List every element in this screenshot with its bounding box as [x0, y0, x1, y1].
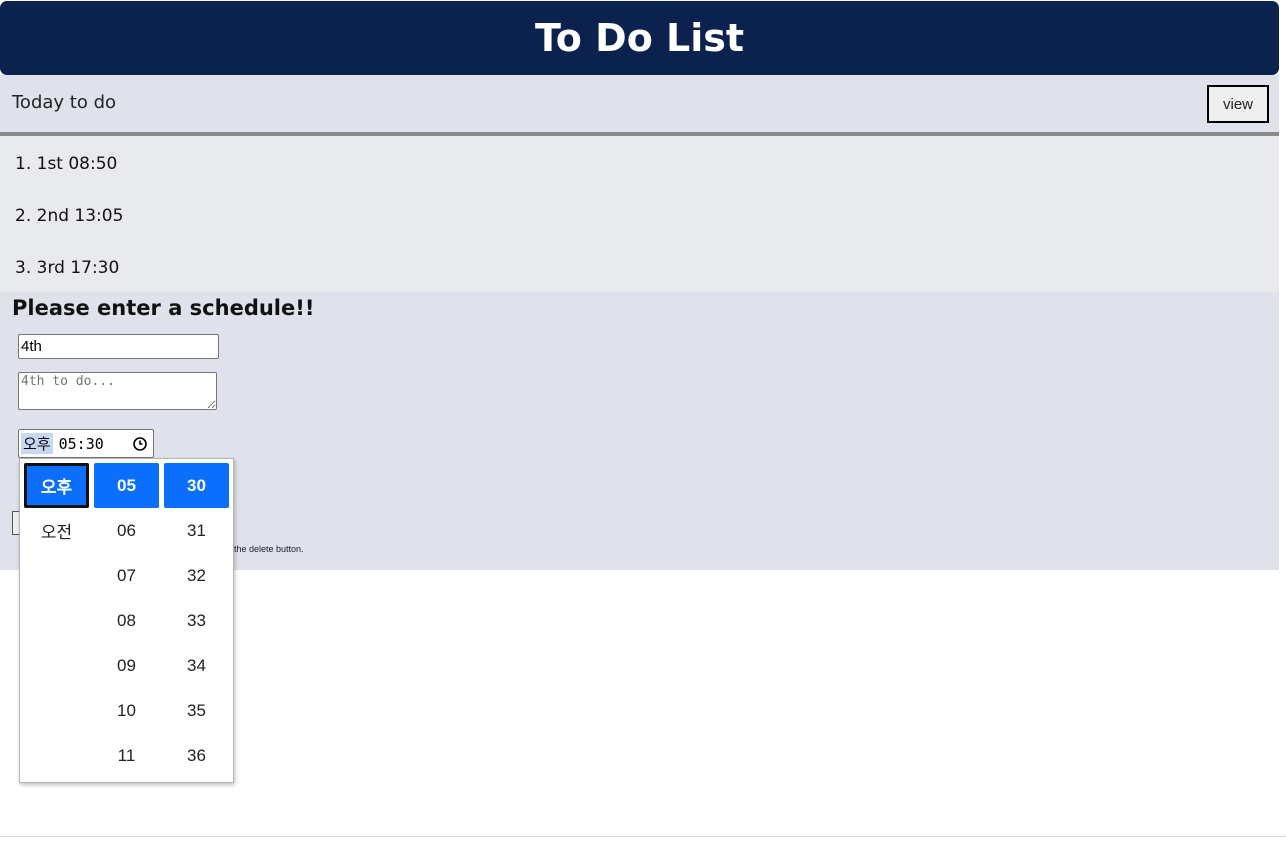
hour-option[interactable]: 07: [94, 553, 159, 598]
time-ampm-segment[interactable]: 오후: [21, 433, 53, 454]
time-value-segment[interactable]: 05:30: [59, 435, 104, 453]
minute-column: 30 31 32 33 34 35 36: [164, 463, 229, 778]
list-item: 3. 3rd 17:30: [15, 258, 120, 278]
minute-option[interactable]: 35: [164, 688, 229, 733]
footer-divider: [0, 836, 1286, 837]
hour-option[interactable]: 05: [94, 463, 159, 508]
ampm-column: 오후 오전: [24, 463, 89, 553]
page-title: To Do List: [534, 16, 745, 60]
hour-column: 05 06 07 08 09 10 11: [94, 463, 159, 778]
today-title: Today to do: [12, 92, 117, 113]
hour-option[interactable]: 11: [94, 733, 159, 778]
today-bar: Today to do view: [0, 75, 1279, 132]
minute-option[interactable]: 34: [164, 643, 229, 688]
list-item: 1. 1st 08:50: [15, 154, 118, 174]
view-button[interactable]: view: [1207, 85, 1269, 123]
clock-icon[interactable]: [132, 436, 148, 452]
ampm-option-pm[interactable]: 오후: [24, 463, 89, 508]
name-input[interactable]: [18, 334, 219, 359]
app-header: To Do List: [0, 1, 1279, 75]
form-title: Please enter a schedule!!: [12, 296, 315, 320]
hint-text: the delete button.: [234, 544, 304, 554]
list-item: 2. 2nd 13:05: [15, 206, 124, 226]
hour-option[interactable]: 09: [94, 643, 159, 688]
ampm-option-am[interactable]: 오전: [24, 508, 89, 553]
minute-option[interactable]: 32: [164, 553, 229, 598]
time-picker-dropdown: 오후 오전 05 06 07 08 09 10 11 30 31 32 33 3…: [19, 458, 234, 783]
hour-option[interactable]: 06: [94, 508, 159, 553]
todo-textarea[interactable]: [18, 372, 217, 410]
minute-option[interactable]: 31: [164, 508, 229, 553]
minute-option[interactable]: 33: [164, 598, 229, 643]
hour-option[interactable]: 08: [94, 598, 159, 643]
minute-option[interactable]: 36: [164, 733, 229, 778]
minute-option[interactable]: 30: [164, 463, 229, 508]
hour-option[interactable]: 10: [94, 688, 159, 733]
todo-list: 1. 1st 08:50 2. 2nd 13:05 3. 3rd 17:30: [0, 136, 1279, 292]
time-input[interactable]: 오후 05:30: [18, 429, 154, 458]
